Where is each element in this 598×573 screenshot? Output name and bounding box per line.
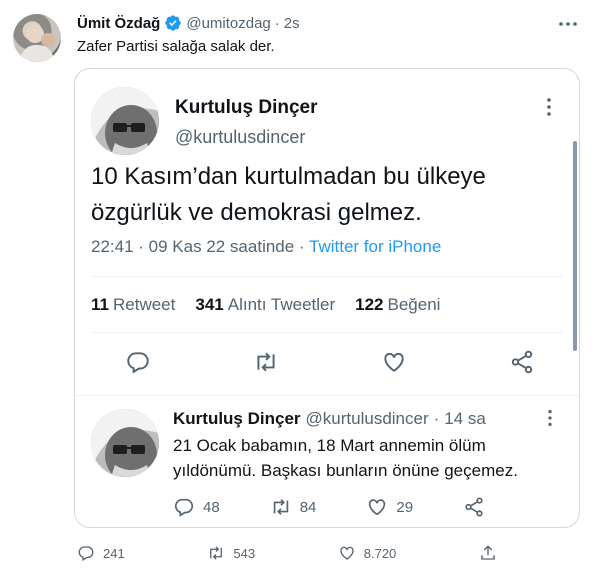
quoted-author-name[interactable]: Kurtuluş Dinçer	[175, 97, 318, 119]
tweet-text: Zafer Partisi salağa salak der.	[77, 38, 275, 55]
quoted-tweet-meta: 22:41 · 09 Kas 22 saatinde · Twitter for…	[91, 237, 441, 257]
tweet-header: Ümit Özdağ @umitozdag · 2s	[77, 14, 300, 32]
divider	[91, 276, 563, 277]
scrollbar-thumb[interactable]	[573, 141, 577, 351]
retweets-stat[interactable]: 11 Retweet	[91, 295, 175, 315]
tweet-time[interactable]: 2s	[284, 15, 300, 32]
reply-header: Kurtuluş Dinçer @kurtulusdincer · 14 sa	[173, 409, 486, 429]
reply-author-name[interactable]: Kurtuluş Dinçer	[173, 409, 301, 429]
tweet-actions: 241 543 8.720	[77, 544, 497, 562]
reply-like-count: 29	[396, 498, 414, 516]
reply-count: 241	[103, 545, 125, 561]
more-icon[interactable]	[537, 95, 561, 119]
like-icon	[340, 546, 354, 560]
reply-actions: 48 84 29	[173, 496, 485, 518]
quotes-count: 341	[195, 295, 224, 314]
reply-button[interactable]: 241	[77, 544, 125, 562]
reply-author-handle[interactable]: @kurtulusdincer	[306, 409, 429, 429]
reply-reply-count: 48	[203, 498, 220, 516]
author-name[interactable]: Ümit Özdağ	[77, 15, 160, 32]
reply-retweet-button[interactable]: 84	[270, 496, 317, 518]
retweet-icon[interactable]	[253, 349, 279, 375]
separator-dot: ·	[274, 14, 280, 32]
quoted-tweet-card[interactable]: Kurtuluş Dinçer @kurtulusdincer 10 Kasım…	[74, 68, 580, 528]
share-icon[interactable]	[509, 349, 535, 375]
reply-text: 21 Ocak babamın, 18 Mart annemin ölüm yı…	[173, 436, 518, 480]
divider	[75, 395, 579, 396]
like-button[interactable]: 8.720	[338, 544, 397, 562]
reply-icon	[78, 546, 94, 561]
reply-reply-button[interactable]: 48	[173, 496, 220, 518]
verified-badge-icon	[164, 14, 182, 32]
reply-share-button[interactable]	[463, 496, 485, 518]
quoted-author-handle[interactable]: @kurtulusdincer	[175, 127, 305, 148]
share-button[interactable]	[479, 544, 497, 562]
quoted-tweet-timestamp[interactable]: 22:41 · 09 Kas 22 saatinde ·	[91, 237, 305, 256]
more-icon[interactable]	[556, 12, 580, 36]
author-handle[interactable]: @umitozdag	[186, 15, 270, 32]
like-count: 8.720	[363, 545, 397, 561]
likes-count: 122	[355, 295, 384, 314]
retweet-button[interactable]: 543	[207, 544, 255, 562]
likes-label: Beğeni	[387, 295, 441, 314]
reply-retweet-count: 84	[299, 498, 317, 516]
quoted-author-avatar[interactable]	[91, 87, 159, 155]
upload-icon	[481, 545, 495, 560]
retweets-count: 11	[91, 295, 109, 314]
like-icon[interactable]	[381, 349, 407, 375]
like-icon	[369, 499, 386, 516]
quoted-tweet-text: 10 Kasım’dan kurtulmadan bu ülkeye özgür…	[91, 163, 486, 226]
author-avatar[interactable]	[13, 14, 61, 62]
reply-author-avatar[interactable]	[91, 409, 159, 477]
share-icon	[465, 497, 483, 517]
retweet-icon	[273, 499, 288, 515]
likes-stat[interactable]: 122 Beğeni	[355, 295, 440, 315]
quoted-tweet-actions	[125, 349, 535, 375]
quotes-stat[interactable]: 341 Alıntı Tweetler	[195, 295, 335, 315]
divider	[91, 332, 563, 333]
reply-time[interactable]: 14 sa	[444, 409, 486, 429]
quoted-tweet-source[interactable]: Twitter for iPhone	[309, 237, 441, 256]
more-icon[interactable]	[539, 407, 561, 429]
quotes-label: Alıntı Tweetler	[227, 295, 336, 314]
separator-dot: ·	[433, 409, 440, 428]
reply-icon	[174, 498, 194, 517]
retweets-label: Retweet	[112, 295, 176, 314]
quoted-tweet-stats: 11 Retweet 341 Alıntı Tweetler 122 Beğeni	[91, 295, 440, 315]
retweet-icon	[210, 546, 223, 560]
retweet-count: 543	[233, 545, 256, 561]
reply-like-button[interactable]: 29	[366, 496, 413, 518]
reply-icon[interactable]	[125, 349, 151, 375]
